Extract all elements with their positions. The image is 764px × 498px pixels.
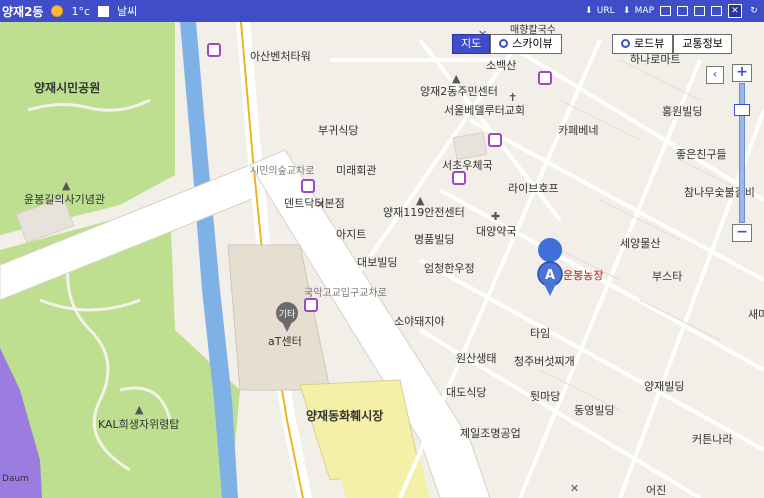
- cafe-label: 카페베네: [558, 124, 598, 137]
- save-icon[interactable]: [660, 6, 671, 16]
- life-house-label: 라이브호프: [508, 182, 559, 195]
- zoom-in-button[interactable]: +: [732, 64, 752, 82]
- hana-label: 하나로마트: [630, 52, 681, 66]
- temperature: 1°c: [71, 4, 91, 18]
- twis-label: 튓마당: [530, 390, 560, 403]
- monument-icon: ▲: [135, 403, 144, 416]
- zoom-out-button[interactable]: −: [732, 224, 752, 242]
- zoom-slider[interactable]: [734, 83, 750, 223]
- weather-checkbox[interactable]: [98, 5, 110, 17]
- museum-icon: ▲: [62, 179, 71, 192]
- subway-icon: [207, 43, 221, 57]
- tab-skyview[interactable]: 스카이뷰: [490, 34, 562, 54]
- subway-icon: [452, 171, 466, 185]
- traffic-button[interactable]: 교통정보: [673, 34, 732, 54]
- daedo-label: 대도식당: [446, 386, 486, 399]
- subway-icon: [304, 298, 318, 312]
- mirae-label: 미래회관: [336, 164, 376, 177]
- map-canvas[interactable]: ▲ ✝ ▲ ✚ ▲ ▲ ✕ ✕ ✕ 양재시민공원 윤봉길의사기념관 KAL희생자…: [0, 0, 764, 498]
- daum-logo: Daum: [2, 474, 29, 484]
- top-bar: 양재2동 1°c 날씨 ⬇ URL ⬇ MAP ✕ ↻: [0, 0, 764, 22]
- curtain-label: 커튼나라: [692, 433, 732, 446]
- sobaeksan-label: 소백산: [486, 59, 516, 72]
- civic-forest-label: 시민의숲교차로: [250, 165, 314, 177]
- window-icon[interactable]: [711, 6, 722, 16]
- print-icon[interactable]: [694, 6, 705, 16]
- eojin-label: 어진: [646, 484, 666, 497]
- park-label: 양재시민공원: [34, 80, 100, 95]
- eomcheong-label: 엄청한우정: [424, 262, 475, 275]
- memorial-label: 윤봉길의사기념관: [24, 193, 105, 206]
- soya-label: 소야돼지야: [394, 315, 445, 328]
- refresh-icon[interactable]: ↻: [748, 5, 760, 17]
- map-button[interactable]: ⬇ MAP: [621, 5, 654, 17]
- download-icon: ⬇: [585, 6, 593, 16]
- seocho-post-label: 서초우체국: [442, 159, 493, 172]
- joeun-label: 좋은친구들: [676, 148, 727, 161]
- government-icon: ▲: [452, 72, 461, 85]
- marker-label: 운봉농장: [563, 269, 603, 282]
- tim-label: 타임: [530, 327, 550, 340]
- dental-label: 덴트닥터본점: [284, 197, 345, 210]
- zoom-handle[interactable]: [734, 104, 750, 116]
- map-type-tabs: 지도 스카이뷰: [452, 34, 562, 54]
- hongwon-label: 홍원빌딩: [662, 104, 702, 118]
- subway-icon: [488, 133, 502, 147]
- sun-icon: [51, 5, 64, 17]
- ssam-label: 새마: [748, 308, 764, 321]
- community-label: 양재2동주민센터: [420, 85, 498, 98]
- weather-label: 날씨: [117, 5, 138, 18]
- cheongju-label: 청주버섯찌개: [514, 355, 575, 368]
- tab-map[interactable]: 지도: [452, 34, 491, 54]
- jeil-label: 제일조명공업: [460, 426, 521, 440]
- church-icon: ✝: [508, 91, 517, 104]
- map-layer-buttons: 로드뷰 교통정보: [612, 34, 732, 54]
- yangjae-bldg-label: 양재빌딩: [644, 380, 684, 393]
- dongyeong-label: 동영빌딩: [574, 404, 614, 417]
- roadview-button[interactable]: 로드뷰: [612, 34, 674, 54]
- fullscreen-icon[interactable]: ✕: [728, 4, 742, 18]
- gukak-label: 국악고교입구교차로: [304, 286, 387, 299]
- daebo-label: 대보빌딩: [357, 256, 397, 269]
- busta-label: 부스타: [652, 270, 682, 283]
- seyang-label: 세양물산: [620, 237, 660, 250]
- church-label: 서울베델루터교회: [444, 104, 525, 117]
- mail-icon[interactable]: [677, 6, 688, 16]
- zoom-control: + −: [732, 64, 752, 242]
- download-icon: ⬇: [622, 6, 631, 16]
- url-button[interactable]: ⬇ URL: [583, 5, 615, 17]
- wonsan-label: 원산생태: [456, 352, 496, 365]
- restaurant-icon: ✕: [570, 482, 579, 495]
- bugwi-label: 부귀식당: [318, 124, 358, 137]
- skyview-icon: [499, 39, 509, 48]
- daeyang-label: 대양약국: [476, 224, 516, 238]
- subway-icon: [301, 179, 315, 193]
- roadview-icon: [621, 39, 630, 48]
- pan-left-button[interactable]: ‹: [706, 66, 724, 84]
- location-name[interactable]: 양재2동: [2, 3, 43, 20]
- at-center-label: aT센터: [268, 335, 302, 348]
- marker-letter: A: [545, 268, 555, 283]
- pharmacy-icon: ✚: [491, 210, 500, 223]
- subway-icon: [538, 71, 552, 85]
- category-pin-label: 기타: [279, 309, 296, 320]
- ajit-label: 아지트: [336, 228, 366, 241]
- myeongpum-label: 명품빌딩: [414, 233, 454, 246]
- tower-label: KAL희생자위령탑: [98, 418, 179, 431]
- asan-label: 아산벤처타워: [250, 50, 311, 63]
- market-label: 양재동화훼시장: [306, 408, 383, 423]
- yangjae119-label: 양재119안전센터: [383, 206, 465, 219]
